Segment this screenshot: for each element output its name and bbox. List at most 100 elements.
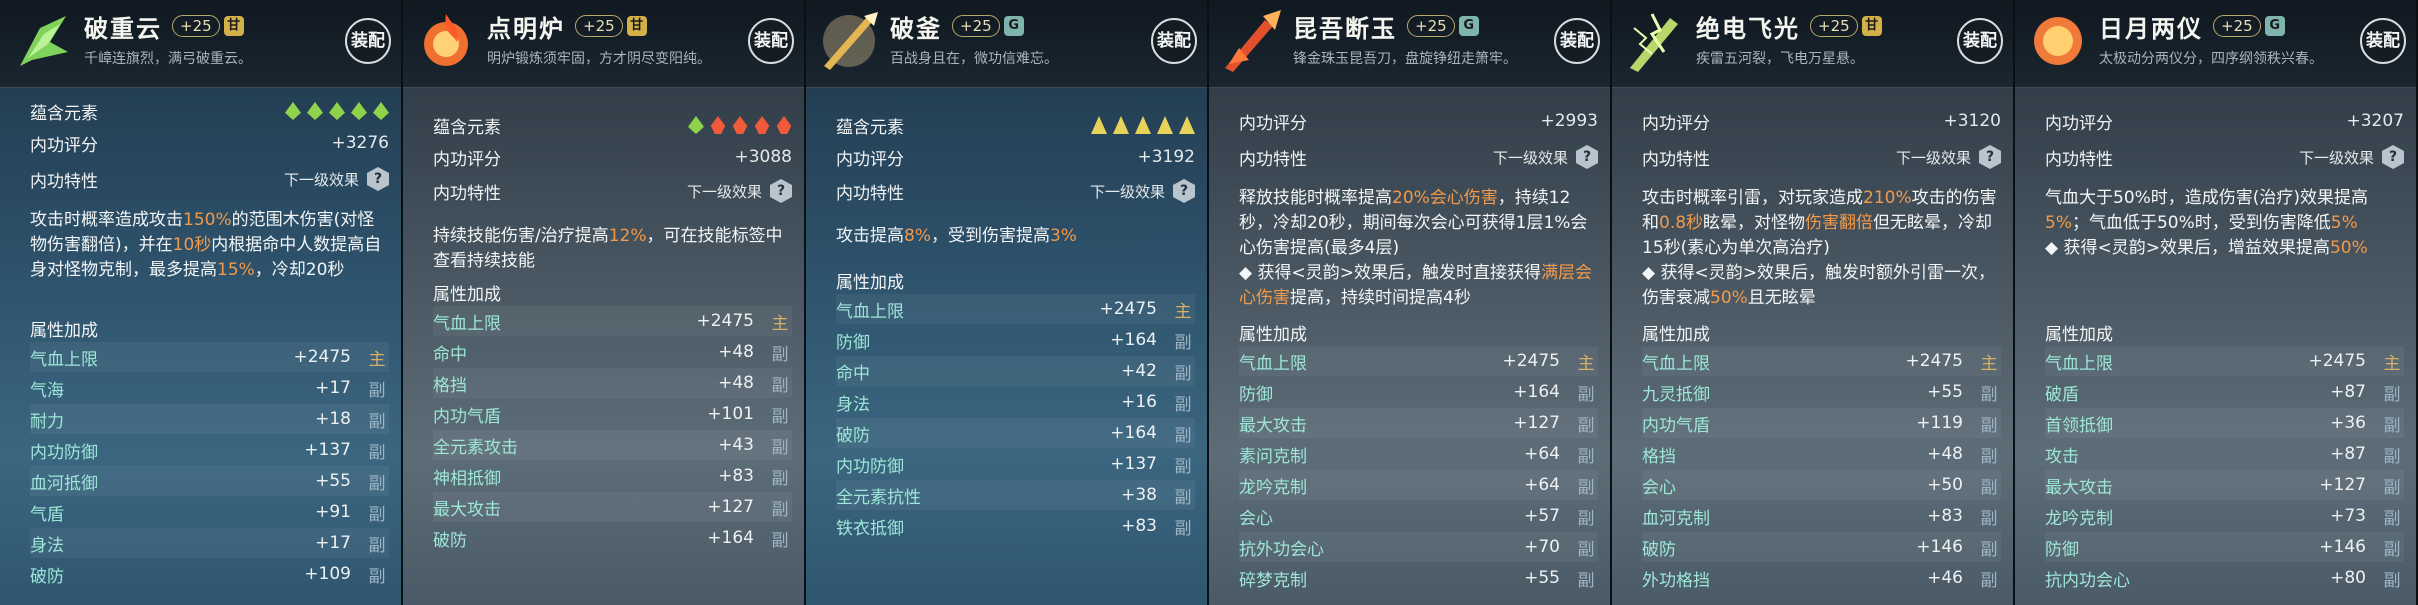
attribute-name: 破防	[836, 425, 870, 446]
attribute-value: +80	[2330, 568, 2366, 588]
secondary-tag: 副	[1577, 477, 1595, 498]
attribute-value: +146	[2319, 537, 2366, 557]
earth-element-icon	[1113, 116, 1129, 134]
level-badge: +25	[2213, 15, 2261, 37]
score-row: 内功评分 +2993	[1239, 106, 1598, 136]
attribute-row: 会心 +57 副	[1239, 501, 1598, 531]
panel-header: 点明炉 +25 甘明炉锻炼须牢固，方才阴尽变阳纯。 装配	[403, 0, 804, 88]
attribute-name: 碎梦克制	[1239, 570, 1307, 591]
attribute-row: 气血上限 +2475 主	[30, 342, 389, 372]
secondary-tag: 副	[1577, 570, 1595, 591]
panel-body: 内功评分 +3207 内功特性 下一级效果? 气血大于50%时，造成伤害(治疗)效果提高…	[2015, 88, 2416, 605]
attribute-row: 气血上限 +2475 主	[1239, 346, 1598, 376]
trait-label: 内功特性	[433, 183, 501, 204]
help-icon[interactable]: ?	[1576, 145, 1598, 169]
trait-row: 内功特性 下一级效果?	[433, 176, 792, 206]
equip-button[interactable]: 装配	[2360, 18, 2406, 64]
level-badge: +25	[1407, 15, 1455, 37]
attribute-row: 抗外功会心 +70 副	[1239, 532, 1598, 562]
attribute-name: 身法	[836, 394, 870, 415]
trait-row: 内功特性 下一级效果?	[30, 164, 389, 194]
help-icon[interactable]: ?	[770, 179, 792, 203]
attribute-row: 气血上限 +2475 主	[2045, 346, 2404, 376]
next-level-effect-link[interactable]: 下一级效果	[1493, 147, 1568, 168]
skill-panel: 破釜 +25 G 百战身且在，微功信难忘。 装配 蕴含元素 内功评分 +3192 内功特性 下一级…	[806, 0, 1209, 605]
score-row: 内功评分 +3192	[836, 142, 1195, 172]
attribute-row: 格挡 +48 副	[1642, 439, 2001, 469]
attribute-row: 全元素抗性 +38 副	[836, 480, 1195, 510]
score-value: +3192	[1137, 147, 1195, 167]
next-level-effect-link[interactable]: 下一级效果	[687, 181, 762, 202]
score-label: 内功评分	[1239, 113, 1307, 134]
help-icon[interactable]: ?	[1979, 145, 2001, 169]
help-icon[interactable]: ?	[1173, 179, 1195, 203]
title-row: 绝电飞光 +25 甘	[1696, 12, 1882, 43]
secondary-tag: 副	[368, 411, 386, 432]
wood-element-icon	[373, 102, 389, 120]
secondary-tag: 副	[771, 468, 789, 489]
equip-button[interactable]: 装配	[1151, 18, 1197, 64]
trait-label: 内功特性	[1239, 149, 1307, 170]
secondary-tag: 副	[771, 499, 789, 520]
attribute-name: 最大攻击	[433, 499, 501, 520]
equip-button[interactable]: 装配	[748, 18, 794, 64]
attribute-value: +2475	[696, 311, 754, 331]
attribute-value: +42	[1121, 361, 1157, 381]
secondary-tag: 副	[1174, 394, 1192, 415]
skill-subtitle: 百战身且在，微功信难忘。	[890, 51, 1058, 67]
attribute-value: +164	[1110, 423, 1157, 443]
help-icon[interactable]: ?	[2382, 145, 2404, 169]
help-icon[interactable]: ?	[367, 167, 389, 191]
secondary-tag: 副	[2383, 570, 2401, 591]
grade-badge: 甘	[626, 16, 647, 36]
green-blade-icon	[10, 8, 76, 74]
earth-element-icon	[1157, 116, 1173, 134]
attribute-row: 气盾 +91 副	[30, 497, 389, 527]
attribute-row: 身法 +17 副	[30, 528, 389, 558]
attribute-value: +164	[1110, 330, 1157, 350]
attribute-row: 外功格挡 +46 副	[1642, 563, 2001, 593]
equip-button[interactable]: 装配	[345, 18, 391, 64]
attribute-name: 血河克制	[1642, 508, 1710, 529]
attribute-row: 龙吟克制 +64 副	[1239, 470, 1598, 500]
attribute-name: 破防	[30, 566, 64, 587]
attribute-value: +109	[304, 564, 351, 584]
earth-element-icon	[1135, 116, 1151, 134]
secondary-tag: 副	[1577, 415, 1595, 436]
wood-element-icon	[329, 102, 345, 120]
attribute-section-title: 属性加成	[433, 285, 501, 305]
secondary-tag: 副	[1577, 508, 1595, 529]
trait-description: 释放技能时概率提高20%会心伤害，持续12秒，冷却20秒，期间每次会心可获得1层…	[1239, 188, 1592, 308]
score-label: 内功评分	[30, 135, 98, 156]
attribute-row: 防御 +164 副	[836, 325, 1195, 355]
secondary-tag: 副	[368, 442, 386, 463]
trait-label: 内功特性	[2045, 149, 2113, 170]
attribute-name: 神相抵御	[433, 468, 501, 489]
level-badge: +25	[952, 15, 1000, 37]
attribute-row: 首领抵御 +36 副	[2045, 408, 2404, 438]
next-level-effect-link[interactable]: 下一级效果	[284, 169, 359, 190]
attribute-value: +91	[315, 502, 351, 522]
equip-button[interactable]: 装配	[1957, 18, 2003, 64]
attribute-name: 破防	[1642, 539, 1676, 560]
attribute-row: 命中 +42 副	[836, 356, 1195, 386]
score-value: +3207	[2346, 111, 2404, 131]
attribute-row: 龙吟克制 +73 副	[2045, 501, 2404, 531]
attribute-name: 龙吟克制	[1239, 477, 1307, 498]
attribute-name: 最大攻击	[1239, 415, 1307, 436]
attribute-name: 全元素攻击	[433, 437, 518, 458]
attribute-value: +83	[718, 466, 754, 486]
next-level-effect-link[interactable]: 下一级效果	[2299, 147, 2374, 168]
attribute-section-title: 属性加成	[1642, 325, 1710, 345]
next-level-effect-link[interactable]: 下一级效果	[1896, 147, 1971, 168]
attribute-row: 耐力 +18 副	[30, 404, 389, 434]
attribute-name: 气血上限	[2045, 353, 2113, 374]
primary-tag: 主	[368, 349, 386, 370]
attribute-name: 格挡	[433, 375, 467, 396]
next-level-effect-link[interactable]: 下一级效果	[1090, 181, 1165, 202]
equip-button[interactable]: 装配	[1554, 18, 1600, 64]
element-label: 蕴含元素	[30, 103, 98, 124]
attribute-name: 破盾	[2045, 384, 2079, 405]
attribute-row: 内功气盾 +101 副	[433, 399, 792, 429]
attribute-name: 会心	[1239, 508, 1273, 529]
